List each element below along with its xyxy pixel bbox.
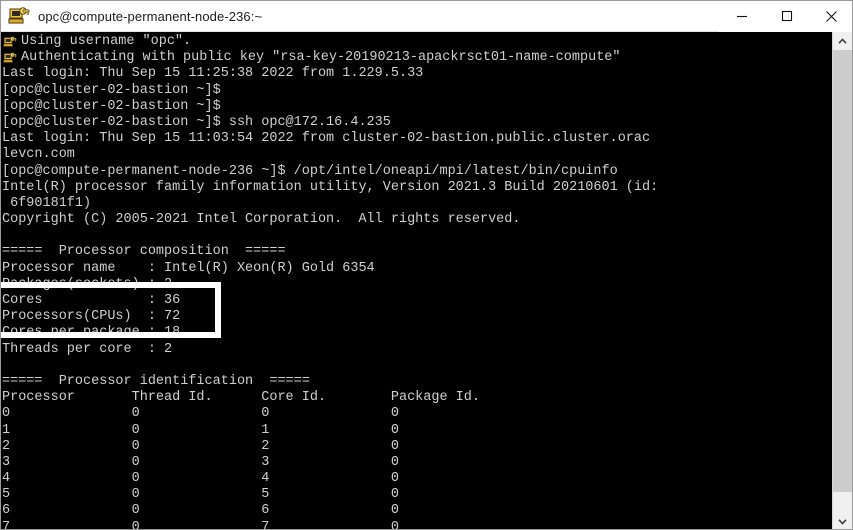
terminal-line: Cores : 36	[2, 293, 181, 308]
putty-icon	[8, 7, 30, 24]
terminal-line: 4 0 4 0	[2, 471, 399, 487]
terminal-scrollbar[interactable]	[832, 32, 852, 529]
terminal-line: 2 0 2 0	[2, 438, 399, 454]
maximize-button[interactable]	[764, 1, 809, 32]
maximize-icon	[781, 10, 792, 22]
terminal-line: 5 0 5 0	[2, 487, 399, 503]
terminal-line: [opc@compute-permanent-node-236 ~]$ /opt…	[2, 163, 618, 179]
terminal-line: Processor name : Intel(R) Xeon(R) Gold 6…	[2, 260, 375, 276]
terminal-line: ===== Processor composition =====	[2, 244, 286, 260]
terminal-line: Last login: Thu Sep 15 11:25:38 2022 fro…	[2, 66, 424, 82]
scroll-down-button[interactable]	[833, 512, 852, 529]
terminal-line: ===== Processor identification =====	[2, 373, 310, 389]
terminal-line: Processors(CPUs) : 72	[2, 309, 181, 325]
terminal-line: Packages(sockets) : 2	[2, 276, 173, 292]
terminal-line: [opc@cluster-02-bastion ~]$	[2, 98, 221, 114]
terminal-line: [opc@cluster-02-bastion ~]$ ssh opc@172.…	[2, 114, 391, 130]
terminal-line: 7 0 7 0	[2, 519, 399, 530]
terminal-line-text: Authenticating with public key "rsa-key-…	[21, 50, 621, 66]
close-icon	[826, 10, 837, 22]
window-controls	[719, 1, 852, 32]
terminal-output[interactable]: Using username "opc". Authenticating wit…	[1, 32, 834, 530]
terminal-line-text: Using username "opc".	[21, 34, 192, 49]
terminal-line: Processor Thread Id. Core Id. Package Id…	[2, 390, 480, 406]
terminal-line: 1 0 1 0	[2, 422, 399, 438]
putty-terminal-window: opc@compute-permanent-node-236:~ Using u…	[0, 0, 853, 530]
close-button[interactable]	[809, 1, 852, 32]
terminal-line: [opc@cluster-02-bastion ~]$	[2, 82, 221, 98]
putty-icon	[3, 36, 17, 47]
terminal-line: Cores per package : 18	[2, 325, 181, 341]
terminal-line: levcn.com	[2, 147, 75, 163]
terminal-line: Intel(R) processor family information ut…	[2, 179, 659, 195]
terminal-line: 3 0 3 0	[2, 454, 399, 470]
chevron-down-icon	[838, 518, 847, 525]
minimize-icon	[736, 15, 747, 18]
terminal-line: Threads per core : 2	[2, 341, 173, 357]
minimize-button[interactable]	[719, 1, 764, 32]
terminal-line: 0 0 0 0	[2, 406, 399, 422]
terminal-line: 6 0 6 0	[2, 503, 399, 519]
terminal-line: Last login: Thu Sep 15 11:03:54 2022 fro…	[2, 131, 651, 147]
chevron-up-icon	[838, 37, 847, 44]
terminal-line: 6f90181f1)	[2, 195, 92, 211]
terminal-line: Authenticating with public key "rsa-key-…	[2, 50, 834, 66]
window-title: opc@compute-permanent-node-236:~	[38, 8, 263, 24]
terminal-line: Using username "opc".	[2, 34, 834, 50]
scroll-up-button[interactable]	[833, 32, 852, 50]
window-titlebar[interactable]: opc@compute-permanent-node-236:~	[1, 1, 852, 32]
terminal-line: Copyright (C) 2005-2021 Intel Corporatio…	[2, 212, 521, 228]
putty-icon	[3, 52, 17, 64]
scrollbar-thumb[interactable]	[833, 50, 852, 492]
